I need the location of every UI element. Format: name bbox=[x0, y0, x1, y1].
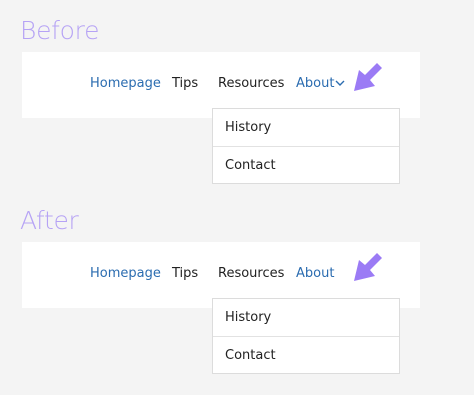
nav-resources[interactable]: Resources bbox=[218, 265, 284, 283]
pointer-arrow-icon bbox=[354, 63, 382, 91]
nav-tips[interactable]: Tips bbox=[172, 75, 198, 93]
dropdown-item-history[interactable]: History bbox=[213, 109, 399, 147]
chevron-down-icon[interactable] bbox=[335, 79, 345, 87]
before-dropdown-menu: History Contact bbox=[212, 108, 400, 184]
dropdown-item-contact[interactable]: Contact bbox=[213, 337, 399, 375]
nav-homepage[interactable]: Homepage bbox=[90, 75, 161, 93]
after-dropdown-menu: History Contact bbox=[212, 298, 400, 374]
after-label: After bbox=[20, 206, 79, 235]
nav-tips[interactable]: Tips bbox=[172, 265, 198, 283]
before-label: Before bbox=[20, 16, 100, 45]
nav-resources[interactable]: Resources bbox=[218, 75, 284, 93]
pointer-arrow-icon bbox=[354, 253, 382, 281]
nav-homepage[interactable]: Homepage bbox=[90, 265, 161, 283]
nav-about[interactable]: About bbox=[296, 265, 334, 283]
dropdown-item-contact[interactable]: Contact bbox=[213, 147, 399, 185]
nav-about[interactable]: About bbox=[296, 75, 334, 93]
dropdown-item-history[interactable]: History bbox=[213, 299, 399, 337]
